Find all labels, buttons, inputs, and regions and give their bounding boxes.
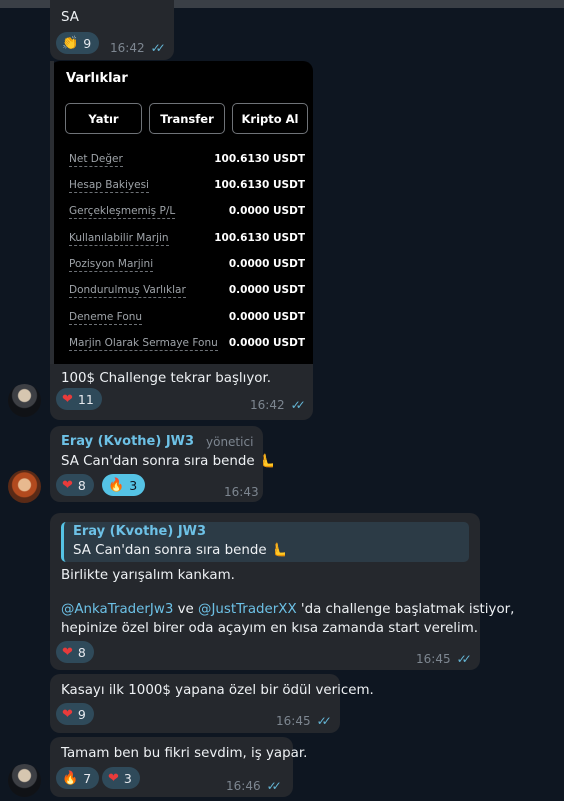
reaction-heart[interactable]: ❤ 11 bbox=[56, 388, 102, 410]
message-time: 16:45 bbox=[416, 652, 451, 666]
reaction-count: 8 bbox=[77, 477, 86, 493]
row-value: 100.6130 USDT bbox=[214, 232, 305, 244]
deposit-button: Yatır bbox=[65, 103, 142, 134]
row-label: Net Değer bbox=[69, 153, 123, 167]
message-text: Kasayı ilk 1000$ yapana özel bir ödül ve… bbox=[61, 683, 374, 698]
reaction-count: 3 bbox=[129, 477, 138, 493]
fire-icon: 🔥 bbox=[62, 770, 79, 786]
fire-icon: 🔥 bbox=[108, 477, 125, 493]
buy-crypto-button: Kripto Al bbox=[232, 103, 308, 134]
mention-link[interactable]: @AnkaTraderJw3 bbox=[61, 602, 173, 617]
reaction-count: 3 bbox=[123, 770, 132, 786]
message-time: 16:43 bbox=[224, 485, 259, 499]
row-value: 0.0000 USDT bbox=[228, 337, 305, 349]
message-meta: 16:46 ✓✓ bbox=[226, 779, 282, 793]
message-time: 16:42 bbox=[110, 41, 145, 55]
message-meta: 16:45 ✓✓ bbox=[276, 714, 332, 728]
reaction-fire[interactable]: 🔥 3 bbox=[102, 474, 146, 496]
quote-text: SA Can'dan sonra sıra bende 🫷 bbox=[73, 543, 288, 558]
message-text: Tamam ben bu fikri sevdim, iş yapar. bbox=[61, 746, 308, 761]
heart-icon: ❤ bbox=[108, 770, 119, 786]
message-meta: 16:42 ✓✓ bbox=[110, 41, 166, 55]
row-label: Gerçekleşmemiş P/L bbox=[69, 205, 176, 219]
message-meta: 16:42 ✓✓ bbox=[250, 398, 306, 412]
reaction-count: 11 bbox=[77, 391, 94, 407]
read-receipt-icon: ✓✓ bbox=[150, 41, 166, 55]
row-label: Dondurulmuş Varlıklar bbox=[69, 284, 186, 298]
heart-icon: ❤ bbox=[62, 477, 73, 493]
reaction-count: 7 bbox=[83, 770, 92, 786]
assets-card-image[interactable]: Varlıklar Yatır Transfer Kripto Al Net D… bbox=[50, 61, 313, 364]
reaction-fire[interactable]: 🔥 7 bbox=[56, 767, 100, 789]
message-bubble-prize[interactable]: Kasayı ilk 1000$ yapana özel bir ödül ve… bbox=[50, 674, 374, 733]
quote-author: Eray (Kvothe) JW3 bbox=[73, 524, 207, 539]
row-value: 0.0000 USDT bbox=[228, 311, 305, 323]
read-receipt-icon: ✓✓ bbox=[316, 714, 332, 728]
reply-quote[interactable]: Eray (Kvothe) JW3 SA Can'dan sonra sıra … bbox=[61, 522, 469, 562]
reaction-count: 9 bbox=[77, 706, 86, 722]
transfer-button: Transfer bbox=[149, 103, 225, 134]
row-value: 100.6130 USDT bbox=[214, 153, 305, 165]
row-value: 0.0000 USDT bbox=[228, 258, 305, 270]
heart-icon: ❤ bbox=[62, 644, 73, 660]
heart-icon: ❤ bbox=[62, 706, 73, 722]
message-text-mentions: @AnkaTraderJw3 ve @JustTraderXX 'da chal… bbox=[61, 600, 514, 619]
message-bubble-challenge[interactable]: 100$ Challenge tekrar başlıyor. ❤ 11 16:… bbox=[50, 364, 313, 420]
row-value: 0.0000 USDT bbox=[228, 284, 305, 296]
message-text: SA bbox=[61, 10, 79, 25]
message-bubble-sa[interactable]: SA 👏 9 16:42 ✓✓ bbox=[50, 0, 174, 60]
message-bubble-idea[interactable]: Tamam ben bu fikri sevdim, iş yapar. 🔥 7… bbox=[50, 737, 307, 797]
reaction-heart[interactable]: ❤ 8 bbox=[56, 474, 94, 496]
avatar[interactable] bbox=[8, 384, 41, 417]
row-label: Deneme Fonu bbox=[69, 311, 143, 325]
row-label: Hesap Bakiyesi bbox=[69, 179, 149, 193]
message-meta: 16:43 bbox=[224, 485, 259, 499]
card-title: Varlıklar bbox=[66, 71, 128, 86]
reaction-heart[interactable]: ❤ 9 bbox=[56, 703, 94, 725]
message-time: 16:42 bbox=[250, 398, 285, 412]
message-text: Birlikte yarışalım kankam. bbox=[61, 568, 235, 583]
read-receipt-icon: ✓✓ bbox=[290, 398, 306, 412]
row-label: Pozisyon Marjini bbox=[69, 258, 154, 272]
mention-connector: ve bbox=[173, 602, 199, 617]
mention-link[interactable]: @JustTraderXX bbox=[198, 602, 297, 617]
row-label: Marjin Olarak Sermaye Fonu bbox=[69, 337, 218, 351]
avatar[interactable] bbox=[8, 470, 41, 503]
reaction-heart[interactable]: ❤ 8 bbox=[56, 641, 94, 663]
read-receipt-icon: ✓✓ bbox=[266, 779, 282, 793]
reaction-heart[interactable]: ❤ 3 bbox=[102, 767, 140, 789]
reaction-clap[interactable]: 👏 9 bbox=[56, 32, 100, 54]
message-text: hepinize özel birer oda açayım en kısa z… bbox=[61, 621, 479, 636]
reaction-count: 8 bbox=[77, 644, 86, 660]
read-receipt-icon: ✓✓ bbox=[456, 652, 472, 666]
message-text: SA Can'dan sonra sıra bende 🫷 bbox=[61, 454, 276, 469]
message-text: 100$ Challenge tekrar başlıyor. bbox=[61, 371, 272, 386]
clap-icon: 👏 bbox=[62, 35, 79, 51]
message-time: 16:45 bbox=[276, 714, 311, 728]
heart-icon: ❤ bbox=[62, 391, 73, 407]
row-value: 0.0000 USDT bbox=[228, 205, 305, 217]
message-time: 16:46 bbox=[226, 779, 261, 793]
message-bubble-eray[interactable]: Eray (Kvothe) JW3 yönetici SA Can'dan so… bbox=[50, 426, 276, 502]
card-edge bbox=[50, 61, 54, 364]
reaction-count: 9 bbox=[83, 35, 92, 51]
row-value: 100.6130 USDT bbox=[214, 179, 305, 191]
message-text-rest: 'da challenge başlatmak istiyor, bbox=[296, 602, 515, 617]
row-label: Kullanılabilir Marjin bbox=[69, 232, 169, 246]
message-meta: 16:45 ✓✓ bbox=[416, 652, 472, 666]
sender-name[interactable]: Eray (Kvothe) JW3 bbox=[61, 434, 194, 449]
avatar[interactable] bbox=[8, 764, 41, 797]
sender-role: yönetici bbox=[206, 435, 254, 449]
